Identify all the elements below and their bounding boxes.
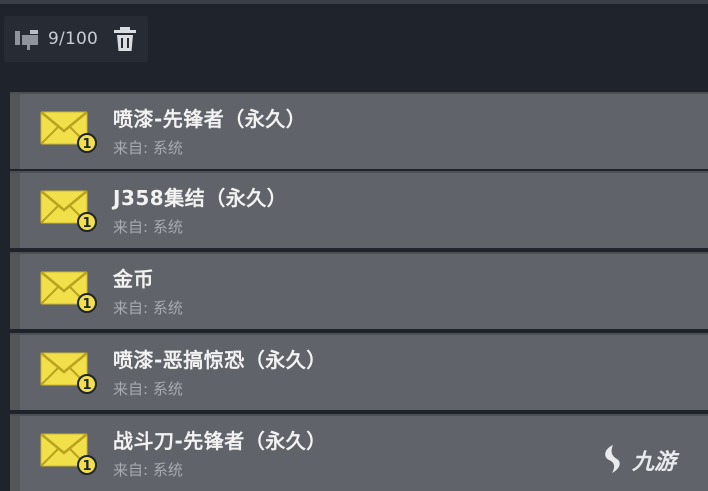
mailbox-toolbar: 9/100 xyxy=(4,16,148,62)
watermark-text: 九游 xyxy=(632,450,677,475)
mail-sender: 来自: 系统 xyxy=(113,380,183,398)
mail-envelope-icon: 1 xyxy=(40,190,97,232)
mail-title: 喷漆-恶搞惊恐（永久） xyxy=(113,348,327,372)
mail-title: J358集结（永久） xyxy=(113,186,288,210)
top-border xyxy=(0,0,708,4)
mail-list-item[interactable]: 1 J358集结（永久） 来自: 系统 xyxy=(10,171,708,248)
mail-title: 金币 xyxy=(113,267,154,291)
mail-envelope-icon: 1 xyxy=(40,111,97,153)
mail-sender: 来自: 系统 xyxy=(113,461,183,479)
mail-envelope-icon: 1 xyxy=(40,271,97,313)
mail-list-item[interactable]: 1 喷漆-先锋者（永久） 来自: 系统 xyxy=(10,92,708,169)
watermark: 九游 xyxy=(598,440,698,480)
mail-list-item[interactable]: 1 金币 来自: 系统 xyxy=(10,252,708,329)
mail-title: 战斗刀-先锋者（永久） xyxy=(113,429,327,453)
mail-title: 喷漆-先锋者（永久） xyxy=(113,107,307,131)
unread-badge: 1 xyxy=(82,137,91,152)
unread-badge: 1 xyxy=(82,378,91,393)
mail-list-item[interactable]: 1 喷漆-恶搞惊恐（永久） 来自: 系统 xyxy=(10,333,708,410)
mail-list: 1 喷漆-先锋者（永久） 来自: 系统 1 J358集结（永久） 来自: 系统 … xyxy=(10,92,708,491)
mail-sender: 来自: 系统 xyxy=(113,139,183,157)
mail-sender: 来自: 系统 xyxy=(113,218,183,236)
unread-badge: 1 xyxy=(82,216,91,231)
mailbox-icon xyxy=(15,30,38,50)
unread-badge: 1 xyxy=(82,297,91,312)
mail-sender: 来自: 系统 xyxy=(113,299,183,317)
mail-envelope-icon: 1 xyxy=(40,433,97,475)
unread-badge: 1 xyxy=(82,459,91,474)
mail-envelope-icon: 1 xyxy=(40,352,97,394)
mail-count: 9/100 xyxy=(48,29,98,49)
trash-icon[interactable] xyxy=(112,25,138,53)
watermark-logo xyxy=(605,445,620,473)
